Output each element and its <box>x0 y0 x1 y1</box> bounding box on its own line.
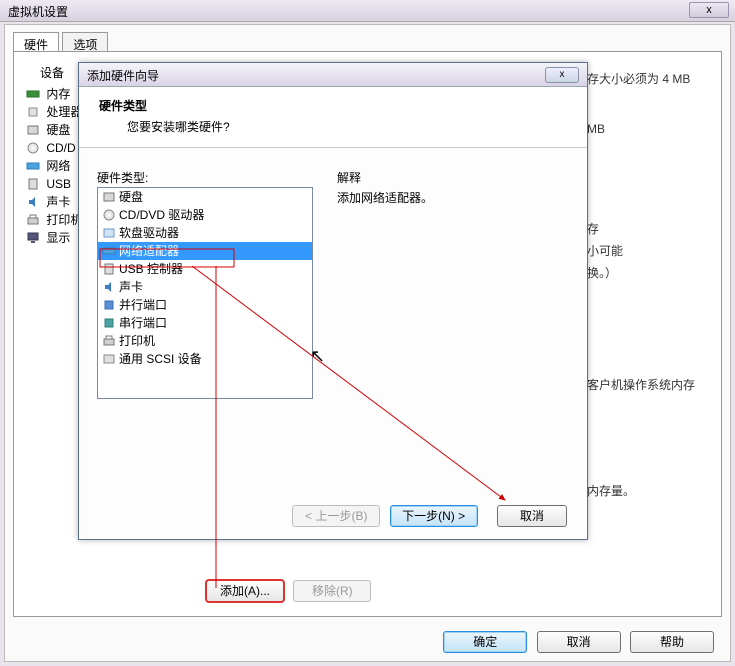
next-button[interactable]: 下一步(N) > <box>390 505 478 527</box>
display-icon <box>26 231 40 245</box>
disk-icon <box>26 123 40 137</box>
device-label: CD/D <box>46 141 75 155</box>
memory-icon <box>26 87 40 101</box>
window-close-button[interactable]: x <box>689 2 729 18</box>
hardware-item-label: 网络适配器 <box>119 244 179 258</box>
hardware-item[interactable]: 硬盘 <box>98 188 312 206</box>
hardware-item-icon <box>102 244 116 258</box>
device-label: 网络 <box>46 159 70 173</box>
info-line: 换。） <box>587 262 707 284</box>
wizard-subheading: 您要安装哪类硬件? <box>99 114 567 135</box>
info-line: 客户机操作系统内存 <box>587 374 707 396</box>
window-title: 虚拟机设置 <box>0 0 735 22</box>
wizard-title-bar[interactable]: 添加硬件向导 <box>79 63 587 87</box>
device-label: 处理器 <box>46 105 82 119</box>
back-button: < 上一步(B) <box>292 505 380 527</box>
ok-button[interactable]: 确定 <box>443 631 527 653</box>
explain-text: 添加网络适配器。 <box>337 189 433 206</box>
wizard-title-text: 添加硬件向导 <box>87 69 159 83</box>
info-line: MB <box>587 118 707 140</box>
usb-icon <box>26 177 40 191</box>
hardware-item-label: 硬盘 <box>119 190 143 204</box>
wizard-buttons: < 上一步(B) 下一步(N) > 取消 <box>292 505 573 527</box>
hardware-item-label: 并行端口 <box>119 298 167 312</box>
explain-label: 解释 <box>337 169 361 186</box>
hardware-item-label: 打印机 <box>119 334 155 348</box>
hardware-item[interactable]: 打印机 <box>98 332 312 350</box>
hardware-item-label: 声卡 <box>119 280 143 294</box>
hardware-item-label: 软盘驱动器 <box>119 226 179 240</box>
wizard-close-button[interactable]: x <box>545 67 579 83</box>
memory-info: 存大小必须为 4 MB MB 存 小可能 换。） 客户机操作系统内存 内存量。 <box>587 68 707 502</box>
hardware-item-label: USB 控制器 <box>119 262 183 276</box>
hardware-item-icon <box>102 190 116 204</box>
info-line: 存大小必须为 4 MB <box>587 68 707 90</box>
remove-button: 移除(R) <box>293 580 371 602</box>
device-label: 内存 <box>46 87 70 101</box>
printer-icon <box>26 213 40 227</box>
hardware-item[interactable]: 网络适配器 <box>98 242 312 260</box>
hardware-item-label: 通用 SCSI 设备 <box>119 352 202 366</box>
help-button[interactable]: 帮助 <box>630 631 714 653</box>
cd-icon <box>26 141 40 155</box>
dialog-buttons: 确定 取消 帮助 <box>443 631 720 653</box>
window-title-text: 虚拟机设置 <box>8 5 68 19</box>
hardware-item-icon <box>102 226 116 240</box>
device-label: USB <box>46 177 71 191</box>
hardware-type-label: 硬件类型: <box>97 169 569 186</box>
close-x: x <box>560 69 565 80</box>
add-button[interactable]: 添加(A)... <box>206 580 284 602</box>
device-label: 声卡 <box>46 195 70 209</box>
wizard-heading: 硬件类型 <box>99 97 567 114</box>
hardware-item[interactable]: 软盘驱动器 <box>98 224 312 242</box>
info-line: 存 <box>587 218 707 240</box>
info-line: 内存量。 <box>587 480 707 502</box>
hardware-item[interactable]: 串行端口 <box>98 314 312 332</box>
hardware-item-icon <box>102 334 116 348</box>
hardware-item-icon <box>102 298 116 312</box>
network-icon <box>26 159 40 173</box>
hardware-item[interactable]: 并行端口 <box>98 296 312 314</box>
add-hardware-wizard: 添加硬件向导 x 硬件类型 您要安装哪类硬件? 硬件类型: 硬盘 CD/DVD 驱… <box>78 62 588 540</box>
hardware-item-icon <box>102 280 116 294</box>
wizard-cancel-button[interactable]: 取消 <box>497 505 567 527</box>
hardware-item-icon <box>102 352 116 366</box>
device-label: 显示 <box>46 231 70 245</box>
hardware-item[interactable]: CD/DVD 驱动器 <box>98 206 312 224</box>
hardware-type-list[interactable]: 硬盘 CD/DVD 驱动器软盘驱动器网络适配器 USB 控制器声卡并行端口串行端口打… <box>97 187 313 399</box>
add-remove-bar: 添加(A)... 移除(R) <box>206 580 377 602</box>
cancel-button[interactable]: 取消 <box>537 631 621 653</box>
sound-icon <box>26 195 40 209</box>
wizard-body: 硬件类型: 硬盘 CD/DVD 驱动器软盘驱动器网络适配器 USB 控制器声卡并行端… <box>97 169 569 487</box>
info-line: 小可能 <box>587 240 707 262</box>
hardware-item-label: 串行端口 <box>119 316 167 330</box>
cpu-icon <box>26 105 40 119</box>
hardware-item-icon <box>102 316 116 330</box>
wizard-header: 硬件类型 您要安装哪类硬件? <box>79 87 587 148</box>
hardware-item[interactable]: 声卡 <box>98 278 312 296</box>
hardware-item-label: CD/DVD 驱动器 <box>119 208 204 222</box>
hardware-item-icon <box>102 208 116 222</box>
device-label: 硬盘 <box>46 123 70 137</box>
hardware-item-icon <box>102 262 116 276</box>
hardware-item[interactable]: 通用 SCSI 设备 <box>98 350 312 368</box>
hardware-item[interactable]: USB 控制器 <box>98 260 312 278</box>
device-label: 打印机 <box>46 213 82 227</box>
close-x: x <box>706 4 712 16</box>
